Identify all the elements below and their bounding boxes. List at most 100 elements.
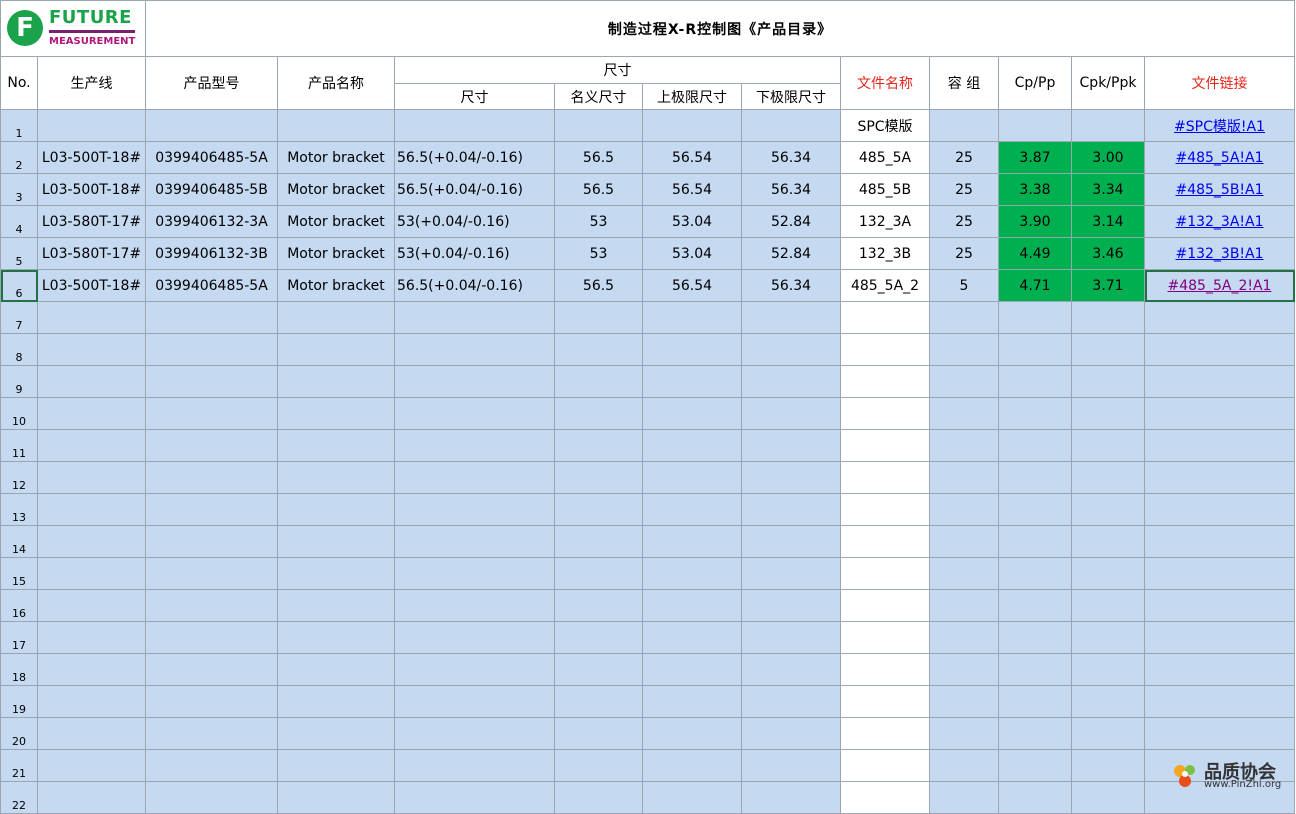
- cell-file-link[interactable]: [1144, 653, 1295, 686]
- header-dimension[interactable]: 尺寸: [394, 83, 555, 110]
- cell-nominal[interactable]: [554, 429, 643, 462]
- cell-lower-limit[interactable]: [741, 109, 841, 142]
- cell-no[interactable]: 7: [0, 301, 38, 334]
- cell-name[interactable]: [277, 685, 395, 718]
- cell-model[interactable]: [145, 301, 278, 334]
- cell-group[interactable]: [929, 461, 999, 494]
- cell-cp[interactable]: [998, 685, 1072, 718]
- cell-dimension[interactable]: 53(+0.04/-0.16): [394, 237, 555, 270]
- cell-file-link[interactable]: [1144, 301, 1295, 334]
- cell-file-name[interactable]: [840, 333, 930, 366]
- cell-lower-limit[interactable]: 56.34: [741, 141, 841, 174]
- header-file-link[interactable]: 文件链接: [1144, 56, 1295, 110]
- cell-file-link[interactable]: [1144, 461, 1295, 494]
- cell-name[interactable]: Motor bracket: [277, 141, 395, 174]
- cell-file-name[interactable]: [840, 589, 930, 622]
- cell-name[interactable]: [277, 493, 395, 526]
- cell-cpk[interactable]: [1071, 493, 1145, 526]
- cell-no[interactable]: 15: [0, 557, 38, 590]
- cell-upper-limit[interactable]: [642, 589, 742, 622]
- cell-group[interactable]: [929, 301, 999, 334]
- cell-file-name[interactable]: [840, 685, 930, 718]
- cell-no[interactable]: 13: [0, 493, 38, 526]
- cell-line[interactable]: [37, 621, 146, 654]
- cell-cpk[interactable]: [1071, 717, 1145, 750]
- cell-file-name[interactable]: [840, 461, 930, 494]
- cell-dimension[interactable]: [394, 333, 555, 366]
- cell-file-name[interactable]: 132_3A: [840, 205, 930, 238]
- cell-name[interactable]: [277, 109, 395, 142]
- cell-nominal[interactable]: 56.5: [554, 269, 643, 302]
- cell-name[interactable]: [277, 397, 395, 430]
- cell-file-link[interactable]: [1144, 685, 1295, 718]
- cell-upper-limit[interactable]: [642, 525, 742, 558]
- cell-file-name[interactable]: [840, 653, 930, 686]
- cell-cp[interactable]: [998, 301, 1072, 334]
- cell-file-name[interactable]: [840, 397, 930, 430]
- cell-upper-limit[interactable]: 56.54: [642, 269, 742, 302]
- cell-cp[interactable]: [998, 621, 1072, 654]
- cell-name[interactable]: [277, 621, 395, 654]
- cell-group[interactable]: 25: [929, 173, 999, 206]
- cell-nominal[interactable]: [554, 365, 643, 398]
- cell-lower-limit[interactable]: [741, 493, 841, 526]
- cell-cp[interactable]: 4.49: [998, 237, 1072, 270]
- cell-line[interactable]: [37, 781, 146, 814]
- cell-name[interactable]: [277, 557, 395, 590]
- cell-upper-limit[interactable]: [642, 333, 742, 366]
- cell-dimension[interactable]: [394, 301, 555, 334]
- cell-cpk[interactable]: 3.71: [1071, 269, 1145, 302]
- cell-group[interactable]: [929, 781, 999, 814]
- cell-nominal[interactable]: [554, 717, 643, 750]
- cell-lower-limit[interactable]: [741, 365, 841, 398]
- cell-cp[interactable]: 3.38: [998, 173, 1072, 206]
- cell-no[interactable]: 4: [0, 205, 38, 238]
- cell-dimension[interactable]: [394, 461, 555, 494]
- cell-name[interactable]: [277, 749, 395, 782]
- cell-cpk[interactable]: [1071, 333, 1145, 366]
- cell-file-link[interactable]: [1144, 333, 1295, 366]
- cell-nominal[interactable]: [554, 781, 643, 814]
- cell-model[interactable]: [145, 653, 278, 686]
- cell-line[interactable]: [37, 525, 146, 558]
- cell-line[interactable]: [37, 365, 146, 398]
- cell-cp[interactable]: [998, 493, 1072, 526]
- cell-lower-limit[interactable]: [741, 333, 841, 366]
- cell-group[interactable]: 25: [929, 141, 999, 174]
- cell-group[interactable]: [929, 333, 999, 366]
- cell-cpk[interactable]: [1071, 109, 1145, 142]
- cell-name[interactable]: [277, 301, 395, 334]
- cell-no[interactable]: 6: [0, 269, 38, 302]
- cell-nominal[interactable]: [554, 621, 643, 654]
- cell-no[interactable]: 19: [0, 685, 38, 718]
- cell-cp[interactable]: [998, 333, 1072, 366]
- cell-name[interactable]: Motor bracket: [277, 269, 395, 302]
- cell-file-link[interactable]: #132_3B!A1: [1144, 237, 1295, 270]
- cell-line[interactable]: [37, 685, 146, 718]
- header-model[interactable]: 产品型号: [145, 56, 278, 110]
- cell-nominal[interactable]: [554, 653, 643, 686]
- cell-group[interactable]: [929, 589, 999, 622]
- cell-group[interactable]: [929, 717, 999, 750]
- cell-lower-limit[interactable]: [741, 621, 841, 654]
- cell-cp[interactable]: [998, 749, 1072, 782]
- cell-file-name[interactable]: [840, 749, 930, 782]
- cell-file-link[interactable]: [1144, 429, 1295, 462]
- cell-nominal[interactable]: 56.5: [554, 141, 643, 174]
- cell-upper-limit[interactable]: [642, 109, 742, 142]
- cell-upper-limit[interactable]: [642, 301, 742, 334]
- cell-upper-limit[interactable]: [642, 429, 742, 462]
- cell-cpk[interactable]: [1071, 397, 1145, 430]
- cell-file-name[interactable]: 485_5B: [840, 173, 930, 206]
- cell-cpk[interactable]: [1071, 781, 1145, 814]
- cell-dimension[interactable]: [394, 685, 555, 718]
- cell-no[interactable]: 9: [0, 365, 38, 398]
- cell-no[interactable]: 21: [0, 749, 38, 782]
- cell-lower-limit[interactable]: [741, 685, 841, 718]
- cell-cp[interactable]: [998, 525, 1072, 558]
- cell-file-link[interactable]: [1144, 717, 1295, 750]
- cell-name[interactable]: [277, 365, 395, 398]
- cell-no[interactable]: 1: [0, 109, 38, 142]
- cell-upper-limit[interactable]: [642, 621, 742, 654]
- logo-cell[interactable]: F FUTURE MEASUREMENT: [0, 0, 146, 57]
